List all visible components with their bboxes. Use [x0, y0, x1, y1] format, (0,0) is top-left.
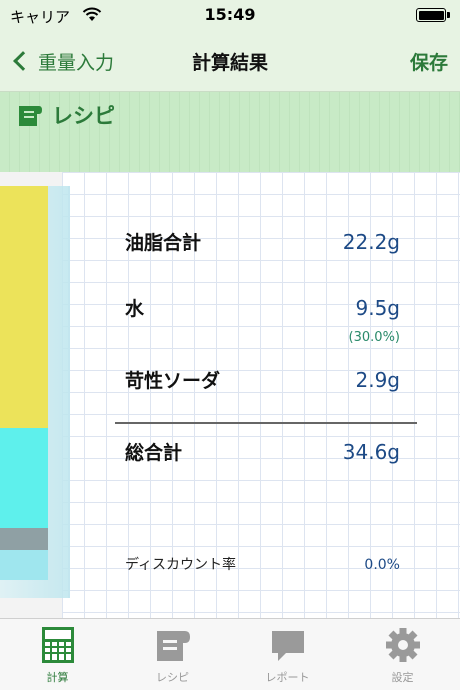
status-bar: キャリア 15:49	[0, 0, 460, 30]
battery-icon	[416, 8, 446, 22]
discount-row: ディスカウント率 0.0%	[125, 554, 400, 574]
grand-total-label: 総合計	[125, 442, 183, 464]
tab-recipe-label: レシピ	[156, 671, 189, 684]
lye-label: 苛性ソーダ	[125, 370, 221, 392]
lye-row: 苛性ソーダ 2.9g	[125, 366, 400, 393]
tab-calculate-label: 計算	[46, 671, 69, 684]
tab-recipe[interactable]: レシピ	[115, 619, 230, 690]
grand-total-row: 総合計 34.6g	[125, 438, 400, 465]
beaker-bottom	[0, 550, 48, 580]
recipe-icon	[156, 631, 190, 661]
results-panel: 油脂合計 22.2g 水 9.5g (30.0%) 苛性ソーダ 2.9g 総合計…	[0, 172, 460, 618]
navigation-bar: 重量入力 計算結果 保存	[0, 30, 460, 92]
speech-bubble-icon	[271, 631, 304, 661]
recipe-row[interactable]: レシピ	[18, 100, 115, 130]
tab-settings-label: 設定	[391, 671, 414, 684]
oil-layer	[0, 186, 48, 428]
lye-layer	[0, 528, 48, 550]
tab-settings[interactable]: 設定	[345, 619, 460, 690]
tab-report[interactable]: レポート	[230, 619, 345, 690]
oil-total-label: 油脂合計	[125, 232, 202, 254]
water-value: 9.5g	[355, 296, 400, 320]
oil-total-value: 22.2g	[342, 230, 400, 254]
page-title: 計算結果	[191, 52, 268, 74]
tab-bar: 計算 レシピ レポート 設定	[0, 618, 460, 690]
recipe-icon	[19, 106, 42, 126]
gear-icon	[385, 628, 420, 662]
tab-calculate[interactable]: 計算	[0, 619, 115, 690]
recipe-header: レシピ	[0, 92, 460, 172]
battery-tip	[447, 12, 450, 18]
recipe-label: レシピ	[52, 104, 115, 128]
grand-total-value: 34.6g	[342, 440, 400, 464]
water-label: 水	[125, 298, 145, 320]
discount-value: 0.0%	[364, 557, 400, 573]
water-layer	[0, 428, 48, 528]
water-percent: (30.0%)	[348, 330, 400, 345]
calculator-icon	[41, 627, 74, 663]
water-row: 水 9.5g	[125, 294, 400, 321]
tab-report-label: レポート	[265, 671, 310, 684]
discount-label: ディスカウント率	[125, 557, 237, 573]
total-divider	[115, 422, 417, 424]
save-button[interactable]: 保存	[410, 48, 448, 75]
oil-total-row: 油脂合計 22.2g	[125, 228, 400, 255]
lye-value: 2.9g	[355, 368, 400, 392]
status-time: 15:49	[204, 5, 256, 24]
